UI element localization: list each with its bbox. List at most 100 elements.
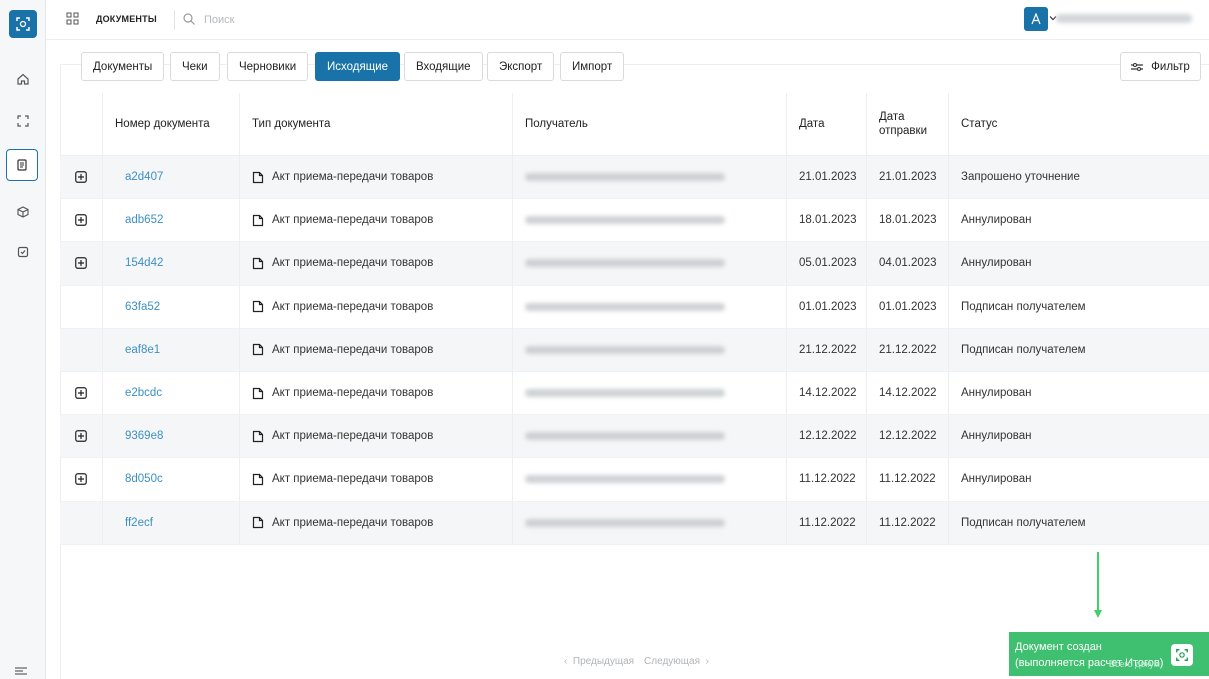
- date-cell: 05.01.2023: [787, 242, 867, 285]
- date-cell: 18.01.2023: [787, 199, 867, 242]
- file-icon: [252, 344, 264, 356]
- doc-number-cell[interactable]: e2bcdc: [103, 371, 240, 415]
- doc-number-cell[interactable]: a2d407: [103, 156, 240, 199]
- apps-grid-icon[interactable]: [66, 12, 80, 26]
- doc-number-link[interactable]: 154d42: [115, 257, 163, 269]
- header-status[interactable]: Статус: [949, 93, 1209, 155]
- sidebar-item-scan[interactable]: [11, 109, 35, 133]
- sent-date-cell: 11.12.2022: [867, 501, 949, 544]
- doc-number-cell[interactable]: 8d050c: [103, 458, 240, 501]
- date-cell: 11.12.2022: [787, 458, 867, 501]
- doc-number-cell[interactable]: ff2ecf: [103, 501, 240, 544]
- tab-outgoing[interactable]: Исходящие: [315, 52, 400, 81]
- avatar[interactable]: [1024, 7, 1048, 31]
- tab-import[interactable]: Импорт: [560, 52, 625, 81]
- header-sent-date[interactable]: Дата отправки: [867, 93, 949, 155]
- sent-date-cell: 12.12.2022: [867, 415, 949, 458]
- table-row[interactable]: ff2ecf Акт приема-передачи товаров 11.12.2…: [60, 501, 1209, 545]
- recipient-redacted: [525, 259, 725, 268]
- recipient-redacted: [525, 475, 725, 484]
- doc-type: Акт приема-передачи товаров: [272, 516, 434, 529]
- tab-receipts[interactable]: Чеки: [170, 52, 220, 81]
- divider: [174, 10, 175, 30]
- expand-cell: [60, 328, 103, 371]
- expand-row-icon[interactable]: [75, 430, 87, 443]
- sent-date-cell: 11.12.2022: [867, 458, 949, 501]
- doc-number-cell[interactable]: 63fa52: [103, 285, 240, 328]
- header-recipient[interactable]: Получатель: [513, 93, 787, 155]
- doc-number-cell[interactable]: 154d42: [103, 242, 240, 285]
- header-date[interactable]: Дата: [787, 93, 867, 155]
- status-cell: Аннулирован: [961, 257, 1032, 270]
- sidebar-item-products[interactable]: [11, 200, 35, 224]
- status-cell: Подписан получателем: [961, 300, 1086, 313]
- documents-table: Номер документа Тип документа Получатель…: [60, 93, 1209, 545]
- doc-type-cell: Акт приема-передачи товаров: [240, 501, 513, 544]
- doc-number-link[interactable]: 9369e8: [115, 430, 163, 442]
- doc-number-cell[interactable]: adb652: [103, 199, 240, 242]
- doc-type: Акт приема-передачи товаров: [272, 343, 434, 356]
- table-row[interactable]: 9369e8 Акт приема-передачи товаров 12.12.2…: [60, 415, 1209, 459]
- sidebar-item-home[interactable]: [11, 67, 35, 91]
- tab-drafts[interactable]: Черновики: [227, 52, 309, 81]
- doc-number-cell[interactable]: 9369e8: [103, 415, 240, 458]
- doc-number-link[interactable]: a2d407: [115, 171, 163, 183]
- recipient-redacted: [525, 345, 725, 354]
- table-row[interactable]: eaf8e1 Акт приема-передачи товаров 21.12.2…: [60, 328, 1209, 372]
- checklist-icon: [17, 246, 29, 258]
- expand-cell[interactable]: [60, 156, 103, 199]
- filter-label: Фильтр: [1151, 60, 1190, 73]
- expand-row-icon[interactable]: [75, 214, 87, 227]
- expand-cell[interactable]: [60, 371, 103, 415]
- expand-cell[interactable]: [60, 199, 103, 242]
- recipient-redacted: [525, 216, 725, 225]
- doc-number-link[interactable]: eaf8e1: [115, 344, 160, 356]
- expand-row-icon[interactable]: [75, 387, 87, 399]
- doc-number-link[interactable]: 8d050c: [115, 473, 163, 485]
- tab-export[interactable]: Экспорт: [487, 52, 555, 81]
- expand-cell: [60, 285, 103, 328]
- table-row[interactable]: 154d42 Акт приема-передачи товаров 05.01.2…: [60, 242, 1209, 286]
- table-row[interactable]: a2d407 Акт приема-передачи товаров 21.01.2…: [60, 156, 1209, 200]
- sidebar-item-tasks[interactable]: [11, 240, 35, 264]
- status-cell: Подписан получателем: [961, 516, 1086, 529]
- expand-cell[interactable]: [60, 458, 103, 501]
- pagination: ‹ Предыдущая Следующая ›: [564, 656, 709, 667]
- expand-row-icon[interactable]: [75, 473, 87, 486]
- sidebar-item-documents[interactable]: [6, 149, 38, 181]
- header-type[interactable]: Тип документа: [240, 93, 513, 155]
- table-row[interactable]: 63fa52 Акт приема-передачи товаров 01.01.2…: [60, 285, 1209, 329]
- expand-cell[interactable]: [60, 242, 103, 285]
- date-cell: 14.12.2022: [787, 371, 867, 415]
- sent-date-cell: 21.12.2022: [867, 328, 949, 371]
- sent-date-cell: 14.12.2022: [867, 371, 949, 415]
- menu-icon[interactable]: [14, 666, 28, 676]
- table-row[interactable]: 8d050c Акт приема-передачи товаров 11.12.2…: [60, 458, 1209, 502]
- prev-page-button[interactable]: ‹ Предыдущая: [564, 656, 634, 667]
- tab-documents[interactable]: Документы: [81, 52, 165, 81]
- tab-incoming[interactable]: Входящие: [404, 52, 483, 81]
- recipient-cell: [513, 199, 787, 242]
- search-input[interactable]: [204, 10, 384, 30]
- expand-row-icon[interactable]: [75, 257, 87, 270]
- doc-number-link[interactable]: e2bcdc: [115, 387, 162, 399]
- app-logo[interactable]: [9, 10, 37, 38]
- doc-number-link[interactable]: adb652: [115, 214, 163, 226]
- table-row[interactable]: e2bcdc Акт приема-передачи товаров 14.12.2…: [60, 371, 1209, 416]
- doc-number-link[interactable]: 63fa52: [115, 301, 160, 313]
- doc-type: Акт приема-передачи товаров: [272, 473, 434, 486]
- status-cell: Запрошено уточнение: [961, 171, 1080, 184]
- expand-row-icon[interactable]: [75, 171, 87, 183]
- next-page-button[interactable]: Следующая ›: [644, 656, 709, 667]
- header-number[interactable]: Номер документа: [103, 93, 240, 155]
- expand-cell[interactable]: [60, 415, 103, 458]
- filter-icon: [1131, 62, 1144, 71]
- doc-type-cell: Акт приема-передачи товаров: [240, 328, 513, 371]
- status-cell: Аннулирован: [961, 387, 1032, 400]
- file-icon: [252, 430, 264, 442]
- filter-button[interactable]: Фильтр: [1120, 52, 1201, 81]
- doc-number-cell[interactable]: eaf8e1: [103, 328, 240, 371]
- table-row[interactable]: adb652 Акт приема-передачи товаров 18.01.2…: [60, 199, 1209, 243]
- doc-number-link[interactable]: ff2ecf: [115, 517, 153, 529]
- table-header: Номер документа Тип документа Получатель…: [60, 93, 1209, 156]
